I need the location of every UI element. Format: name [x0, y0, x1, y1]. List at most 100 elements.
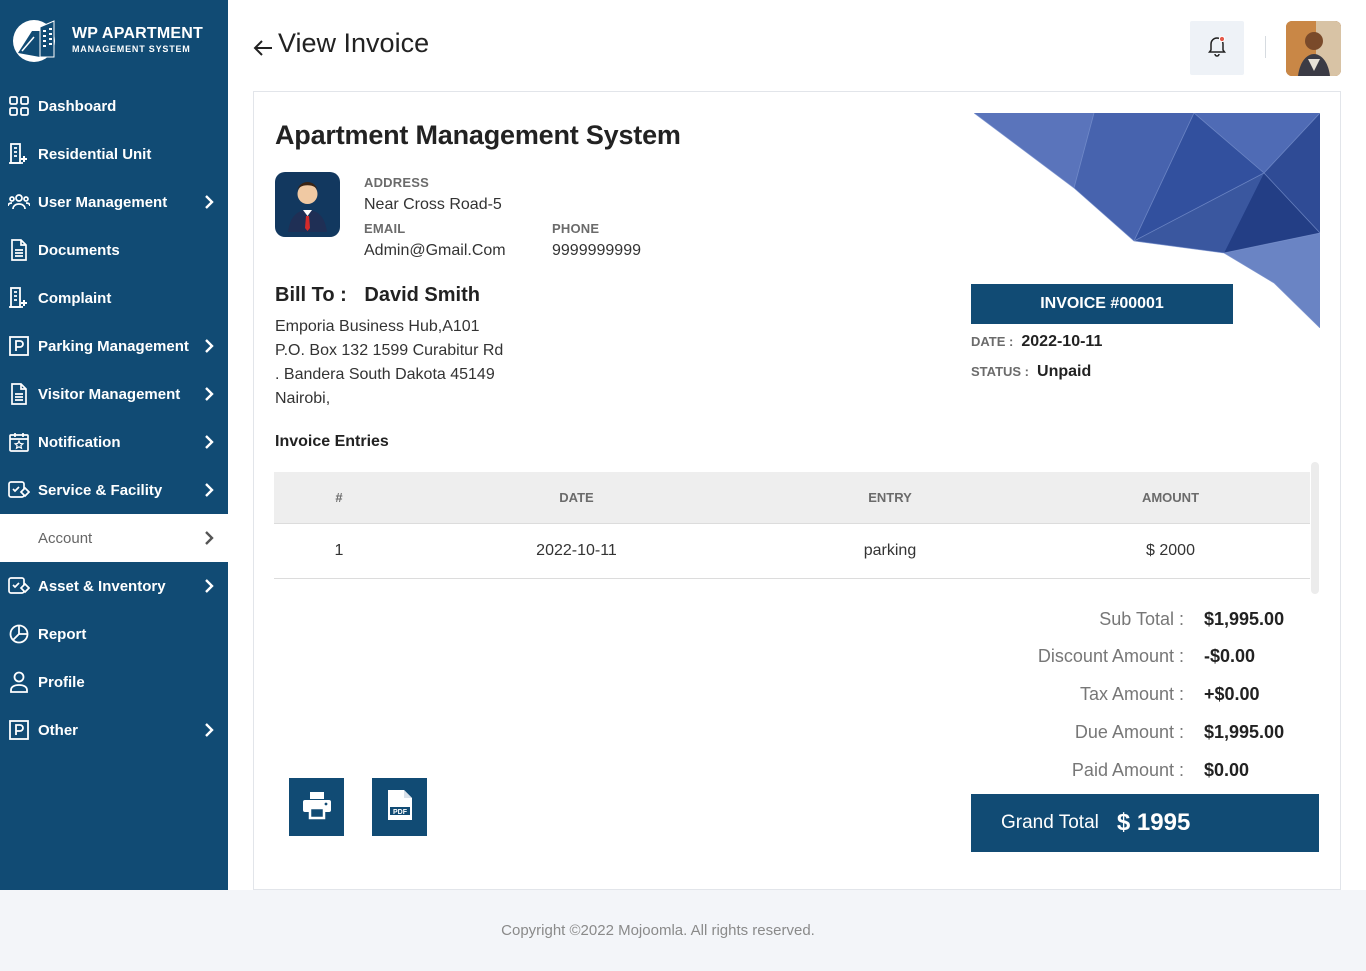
pdf-download-button[interactable]: PDF: [372, 778, 427, 836]
building-icon: [8, 287, 30, 309]
grid-icon: [8, 95, 30, 117]
grand-total: Grand Total $ 1995: [971, 794, 1319, 852]
invoice-number: INVOICE #00001: [971, 284, 1233, 324]
user-icon: [8, 671, 30, 693]
sidebar-item-residential-unit[interactable]: Residential Unit: [0, 130, 228, 178]
pie-chart-icon: [8, 623, 30, 645]
sidebar-item-label: Asset & Inventory: [38, 577, 166, 595]
footer: Copyright ©2022 Mojoomla. All rights res…: [0, 890, 1366, 971]
total-label: Tax Amount :: [1079, 684, 1184, 704]
address-value: Near Cross Road-5: [364, 196, 502, 213]
back-arrow-icon[interactable]: [252, 35, 274, 57]
chevron-right-icon: [202, 385, 216, 403]
total-value: $0.00: [1204, 760, 1250, 780]
sidebar-item-notification[interactable]: Notification: [0, 418, 228, 466]
email-label: EMAIL: [364, 221, 406, 236]
chevron-right-icon: [202, 481, 216, 499]
sidebar-item-service-facility[interactable]: Service & Facility: [0, 466, 228, 514]
bell-icon: [1207, 35, 1227, 62]
total-row-discount: Discount Amount : -$0.00: [944, 646, 1294, 667]
invoice-status: STATUS : Unpaid: [971, 363, 1091, 381]
table-row: 1 2022-10-11 parking $ 2000: [274, 524, 1310, 579]
sidebar-item-label: Complaint: [38, 289, 112, 307]
grand-total-value: $ 1995: [1116, 809, 1191, 836]
invoice-entries-table: # DATE ENTRY AMOUNT 1 2022-10-11 parking…: [274, 472, 1310, 579]
email-value: Admin@Gmail.Com: [364, 242, 506, 259]
chevron-right-icon: [202, 337, 216, 355]
chevron-right-icon: [202, 721, 216, 739]
chevron-right-icon: [202, 577, 216, 595]
parking-icon: [8, 719, 30, 741]
column-header: #: [335, 490, 343, 505]
address-label: ADDRESS: [364, 175, 429, 190]
service-icon: [8, 479, 30, 501]
table-cell: $ 2000: [1146, 542, 1195, 559]
print-button[interactable]: [289, 778, 344, 836]
sidebar-item-visitor-management[interactable]: Visitor Management: [0, 370, 228, 418]
table-cell: 1: [334, 542, 344, 559]
pdf-file-icon: PDF: [386, 789, 414, 826]
table-cell: 2022-10-11: [536, 542, 617, 559]
sidebar-item-documents[interactable]: Documents: [0, 226, 228, 274]
company-logo: [275, 172, 340, 237]
invoice-date-label: DATE :: [971, 334, 1014, 349]
page-title: View Invoice: [252, 28, 429, 59]
sidebar: WP APARTMENT MANAGEMENT SYSTEM Dashboard…: [0, 0, 228, 890]
total-value: $1,995.00: [1204, 609, 1285, 629]
printer-icon: [301, 789, 333, 826]
sidebar-item-label: Account: [38, 529, 93, 547]
building-logo-icon: [10, 17, 66, 63]
phone-value: 9999999999: [552, 242, 641, 259]
invoice-card: Apartment Management System ADDRESS Near…: [253, 91, 1341, 890]
sidebar-item-parking-management[interactable]: Parking Management: [0, 322, 228, 370]
sidebar-item-label: Notification: [38, 433, 121, 451]
account-icon: [8, 527, 30, 549]
building-icon: [8, 143, 30, 165]
sidebar-item-label: User Management: [38, 193, 168, 211]
total-value: $1,995.00: [1204, 722, 1285, 742]
parking-icon: [8, 335, 30, 357]
total-value: +$0.00: [1204, 684, 1260, 704]
sidebar-item-label: Dashboard: [38, 97, 117, 115]
sidebar-item-dashboard[interactable]: Dashboard: [0, 82, 228, 130]
company-name: Apartment Management System: [275, 120, 681, 150]
service-icon: [8, 575, 30, 597]
sidebar-item-complaint[interactable]: Complaint: [0, 274, 228, 322]
sidebar-item-account[interactable]: Account: [0, 514, 228, 562]
calendar-star-icon: [8, 431, 30, 453]
bill-to: Bill To : David Smith: [275, 284, 480, 307]
brand-logo[interactable]: WP APARTMENT MANAGEMENT SYSTEM: [0, 0, 228, 80]
sidebar-item-label: Parking Management: [38, 337, 189, 355]
invoice-date-value: 2022-10-11: [1021, 333, 1103, 350]
sidebar-item-label: Other: [38, 721, 79, 739]
document-icon: [8, 383, 30, 405]
sidebar-item-label: Profile: [38, 673, 85, 691]
bill-to-address-line: . Bandera South Dakota 45149: [275, 366, 495, 383]
notification-button[interactable]: [1190, 21, 1244, 75]
column-header: ENTRY: [868, 490, 912, 505]
invoice-date: DATE : 2022-10-11: [971, 333, 1102, 351]
invoice-status-value: Unpaid: [1037, 363, 1092, 380]
user-avatar[interactable]: [1286, 21, 1341, 76]
chevron-right-icon: [202, 529, 216, 547]
table-cell: parking: [863, 542, 917, 559]
sidebar-item-profile[interactable]: Profile: [0, 658, 228, 706]
sidebar-item-asset-inventory[interactable]: Asset & Inventory: [0, 562, 228, 610]
sidebar-item-other[interactable]: Other: [0, 706, 228, 754]
chevron-right-icon: [202, 433, 216, 451]
sidebar-item-label: Documents: [38, 241, 120, 259]
total-label: Paid Amount :: [1071, 760, 1184, 780]
column-header: AMOUNT: [1141, 490, 1200, 505]
sidebar-item-label: Visitor Management: [38, 385, 181, 403]
sidebar-item-label: Service & Facility: [38, 481, 163, 499]
bill-to-label: Bill To :: [275, 284, 347, 306]
table-scrollbar[interactable]: [1311, 462, 1319, 594]
total-label: Due Amount :: [1074, 722, 1184, 742]
chevron-right-icon: [202, 193, 216, 211]
sidebar-item-report[interactable]: Report: [0, 610, 228, 658]
sidebar-item-user-management[interactable]: User Management: [0, 178, 228, 226]
brand-title: WP APARTMENT: [72, 25, 203, 42]
grand-total-label: Grand Total: [1001, 812, 1099, 833]
bill-to-address-line: Emporia Business Hub,A101: [275, 318, 480, 335]
total-value: -$0.00: [1204, 646, 1256, 666]
